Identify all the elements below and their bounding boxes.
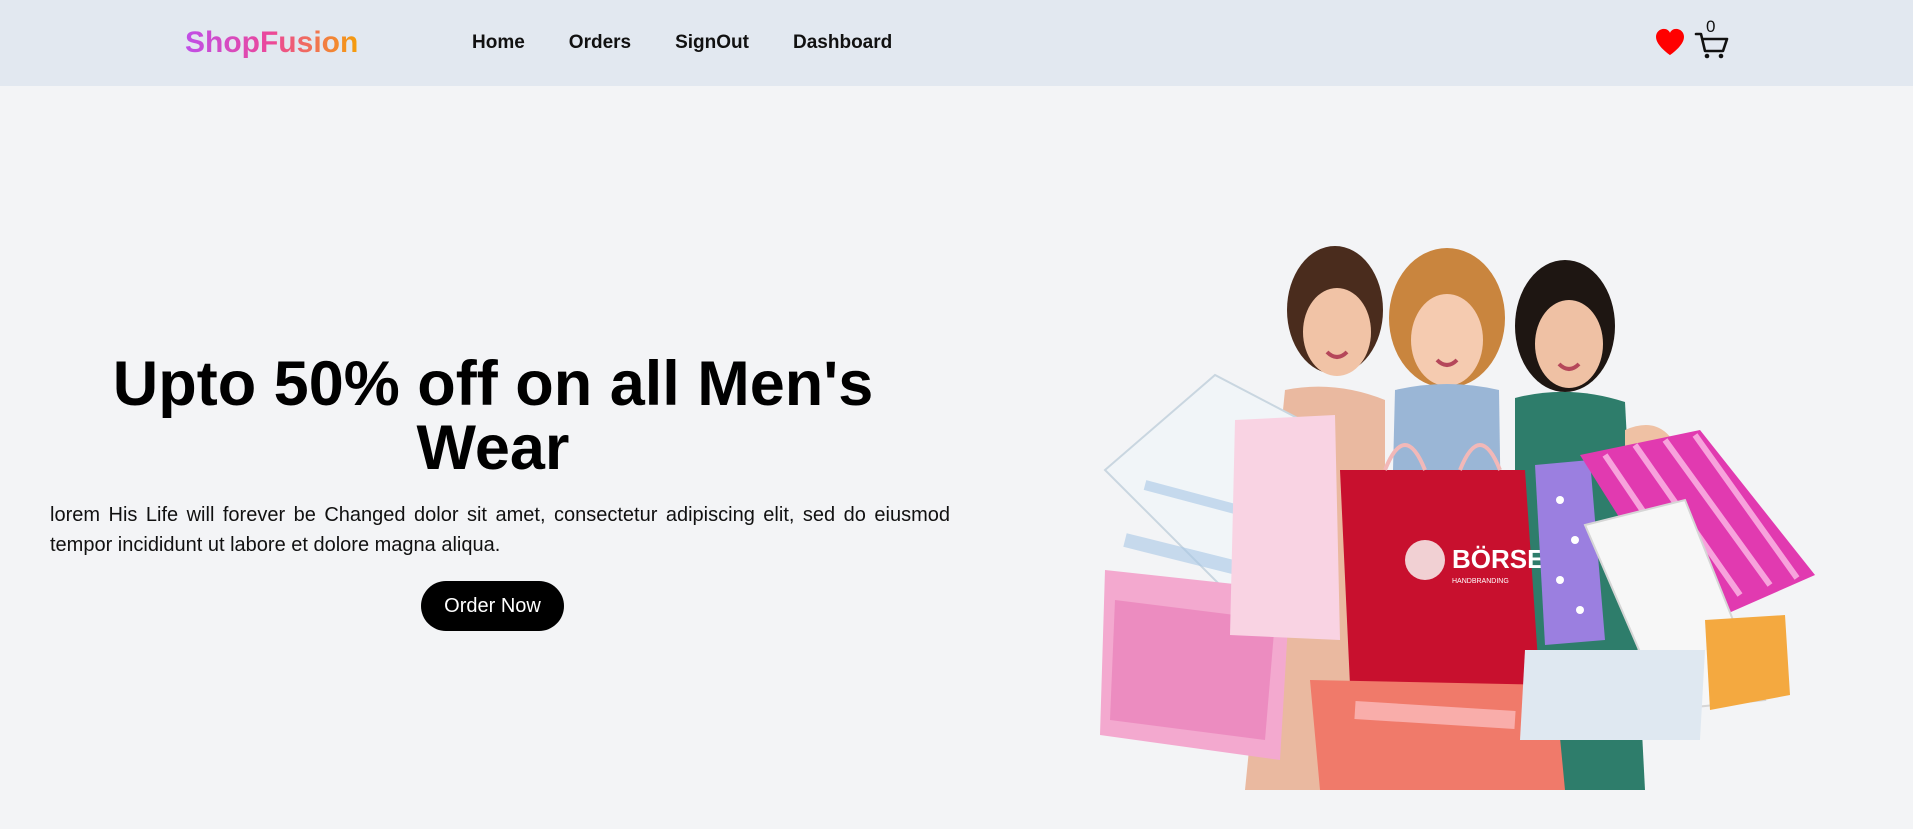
hero-shopping-women-image: BÖRSE HANDBRANDING [1100,246,1815,790]
bag-brand-text: BÖRSE [1452,544,1544,574]
hero-title: Upto 50% off on all Men's Wear [112,349,874,483]
nav-link-orders[interactable]: Orders [569,30,631,56]
heart-icon[interactable] [1655,28,1685,56]
nav-link-dashboard[interactable]: Dashboard [793,30,892,56]
nav-link-signout[interactable]: SignOut [675,30,749,56]
bag-brand-subtext: HANDBRANDING [1452,578,1509,585]
nav-link-home[interactable]: Home [472,30,525,56]
hero-description: lorem His Life will forever be Changed d… [50,504,950,556]
order-now-button[interactable]: Order Now [421,581,564,631]
logo[interactable]: ShopFusion [185,22,358,64]
cart-count-badge: 0 [1706,17,1716,36]
navbar: ShopFusion Home Orders SignOut Dashboard… [0,0,1913,86]
nav-links: Home Orders SignOut Dashboard [472,30,892,56]
